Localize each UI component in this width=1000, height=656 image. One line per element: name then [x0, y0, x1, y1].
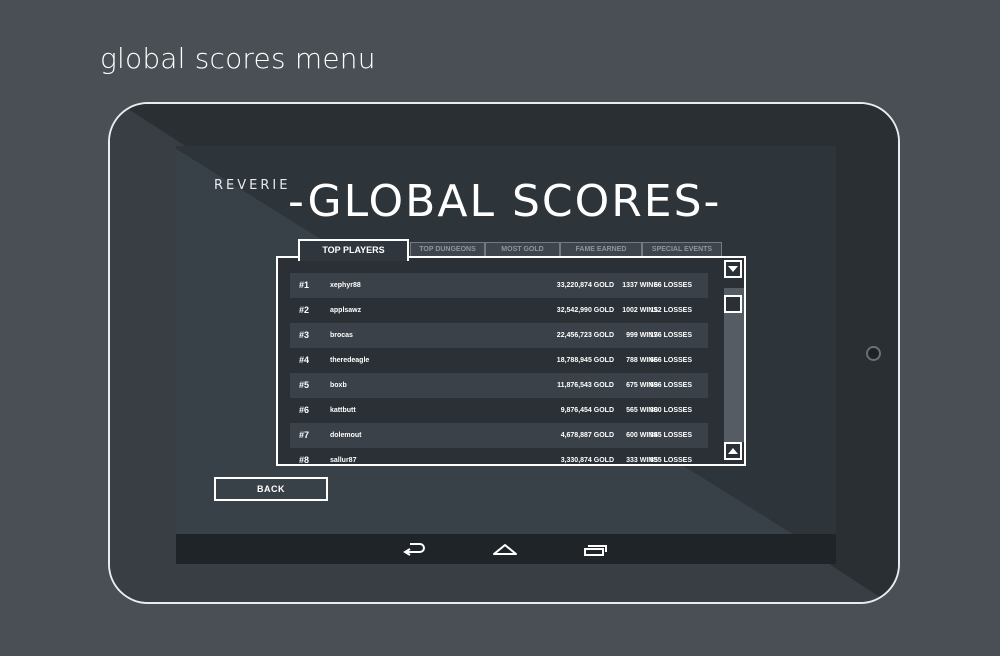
losses-cell: 855 LOSSES — [649, 457, 692, 464]
player-name-cell: applsawz — [330, 307, 362, 314]
rank-cell: #3 — [299, 330, 310, 340]
player-name-cell: xephyr88 — [330, 282, 361, 289]
scores-list[interactable]: #1 xephyr88 33,220,874 GOLD 1337 WINS 66… — [290, 273, 708, 465]
triangle-down-icon — [728, 266, 738, 272]
rank-cell: #4 — [299, 355, 310, 365]
system-nav-bar — [176, 534, 836, 564]
rank-cell: #1 — [299, 280, 310, 290]
nav-recents-button[interactable] — [580, 540, 610, 558]
brand-logo-text: REVERIE — [214, 178, 291, 193]
table-row[interactable]: #5 boxb 11,876,543 GOLD 675 WINS 696 LOS… — [290, 373, 708, 398]
tablet-device: REVERIE -GLOBAL SCORES- TOP PLAYERS TOP … — [108, 102, 900, 604]
recents-icon — [584, 545, 607, 556]
back-button[interactable]: BACK — [214, 477, 328, 501]
home-icon — [493, 544, 517, 555]
player-name-cell: brocas — [330, 332, 353, 339]
back-arrow-icon — [403, 543, 425, 556]
player-name-cell: boxb — [330, 382, 347, 389]
table-row[interactable]: #8 sallur87 3,330,874 GOLD 333 WINS 855 … — [290, 448, 708, 465]
player-name-cell: theredeagle — [330, 357, 370, 364]
triangle-up-icon — [728, 448, 738, 454]
table-row[interactable]: #4 theredeagle 18,788,945 GOLD 788 WINS … — [290, 348, 708, 373]
rank-cell: #2 — [299, 305, 310, 315]
rank-cell: #5 — [299, 380, 310, 390]
losses-cell: 696 LOSSES — [649, 382, 692, 389]
scrollbar-thumb[interactable] — [724, 295, 742, 313]
nav-home-button[interactable] — [490, 540, 520, 558]
page-title: -GLOBAL SCORES- — [288, 176, 722, 227]
player-name-cell: sallur87 — [330, 457, 357, 464]
player-name-cell: dolemout — [330, 432, 362, 439]
tablet-screen: REVERIE -GLOBAL SCORES- TOP PLAYERS TOP … — [176, 146, 836, 564]
tab-top-players[interactable]: TOP PLAYERS — [298, 239, 409, 261]
rank-cell: #7 — [299, 430, 310, 440]
table-row[interactable]: #3 brocas 22,456,723 GOLD 999 WINS 176 L… — [290, 323, 708, 348]
losses-cell: 666 LOSSES — [649, 357, 692, 364]
losses-cell: 300 LOSSES — [649, 407, 692, 414]
tab-special-events[interactable]: SPECIAL EVENTS — [642, 242, 722, 257]
rank-cell: #8 — [299, 455, 310, 465]
table-row[interactable]: #2 applsawz 32,542,990 GOLD 1002 WINS 11… — [290, 298, 708, 323]
scroll-up-button[interactable] — [724, 442, 742, 460]
table-row[interactable]: #6 kattbutt 9,876,454 GOLD 565 WINS 300 … — [290, 398, 708, 423]
scroll-down-button[interactable] — [724, 260, 742, 278]
tab-top-dungeons[interactable]: TOP DUNGEONS — [410, 242, 485, 257]
losses-cell: 66 LOSSES — [653, 282, 692, 289]
nav-back-button[interactable] — [400, 540, 430, 558]
rank-cell: #6 — [299, 405, 310, 415]
page-caption: global scores menu — [100, 42, 376, 75]
losses-cell: 176 LOSSES — [649, 332, 692, 339]
table-row[interactable]: #1 xephyr88 33,220,874 GOLD 1337 WINS 66… — [290, 273, 708, 298]
front-camera — [866, 346, 881, 361]
table-row[interactable]: #7 dolemout 4,678,887 GOLD 600 WINS 345 … — [290, 423, 708, 448]
losses-cell: 345 LOSSES — [649, 432, 692, 439]
losses-cell: 112 LOSSES — [650, 307, 692, 314]
player-name-cell: kattbutt — [330, 407, 356, 414]
scores-panel: #1 xephyr88 33,220,874 GOLD 1337 WINS 66… — [276, 256, 746, 466]
tab-most-gold[interactable]: MOST GOLD — [485, 242, 560, 257]
tab-fame-earned[interactable]: FAME EARNED — [560, 242, 642, 257]
